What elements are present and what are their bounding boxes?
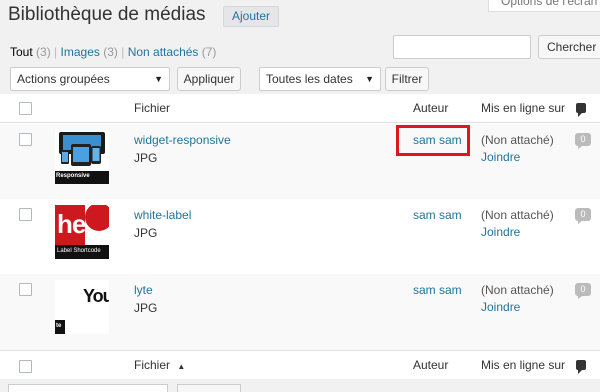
table-row: he Label Shortcode white-label JPG sam s…	[0, 199, 600, 275]
filter-separator: |	[54, 45, 58, 59]
filter-unattached-label: Non attachés	[127, 45, 199, 59]
thumbnail-widget-responsive[interactable]: Responsive	[55, 130, 109, 184]
column-file-footer-label: Fichier	[134, 358, 171, 372]
page-title: Bibliothèque de médias	[8, 4, 206, 25]
column-uploaded-to-footer[interactable]: Mis en ligne sur	[481, 358, 565, 372]
comments-column-icon[interactable]	[576, 103, 586, 117]
comments-column-icon[interactable]	[576, 360, 586, 374]
comment-count-bubble[interactable]: 0	[575, 133, 591, 149]
apply-button[interactable]: Appliquer	[177, 67, 241, 91]
thumbnail-white-label[interactable]: he Label Shortcode	[55, 205, 109, 259]
thumbnail-lyte[interactable]: You te	[55, 280, 109, 334]
thumbnail-glyph: he	[57, 209, 86, 239]
table-row: Responsive widget-responsive JPG sam sam…	[0, 124, 600, 200]
bulk-actions-select-bottom[interactable]	[8, 384, 168, 392]
screen-options-tab[interactable]: Options de l'écran	[488, 0, 600, 12]
column-author: Auteur	[413, 101, 449, 115]
column-file-footer[interactable]: Fichier ▲	[134, 358, 185, 372]
sort-ascending-icon: ▲	[177, 362, 186, 371]
filter-images-label: Images	[60, 45, 100, 59]
filter-images-count: (3)	[103, 45, 118, 59]
table-header: Fichier Auteur Mis en ligne sur	[0, 94, 600, 123]
attached-status: (Non attaché)	[481, 133, 554, 147]
filter-all-label: Tout	[10, 45, 33, 59]
date-filter-value: Toutes les dates	[266, 72, 353, 86]
media-title-link[interactable]: widget-responsive	[134, 133, 231, 147]
file-type: JPG	[134, 226, 158, 240]
media-title-link[interactable]: lyte	[134, 283, 153, 297]
date-filter-select[interactable]: Toutes les dates ▼	[259, 67, 381, 91]
table-row: You te lyte JPG sam sam (Non attaché) Jo…	[0, 274, 600, 350]
filter-all[interactable]: Tout (3)	[10, 45, 51, 59]
thumbnail-caption: Label Shortcode	[57, 248, 101, 254]
media-title-link[interactable]: white-label	[134, 208, 191, 222]
file-type: JPG	[134, 151, 158, 165]
row-checkbox[interactable]	[19, 208, 32, 221]
filter-button[interactable]: Filtrer	[385, 67, 429, 91]
comment-count-bubble[interactable]: 0	[575, 208, 591, 224]
comment-count-bubble[interactable]: 0	[575, 283, 591, 299]
author-highlight-box	[396, 125, 470, 156]
view-filters: Tout (3) | Images (3) | Non attachés (7)	[10, 45, 216, 59]
filter-images[interactable]: Images (3)	[61, 45, 118, 59]
select-all-checkbox[interactable]	[19, 102, 32, 115]
apply-button-bottom[interactable]	[177, 384, 241, 392]
dropdown-arrow-icon: ▼	[365, 74, 374, 84]
bulk-actions-select[interactable]: Actions groupées ▼	[10, 67, 170, 91]
filter-unattached-count: (7)	[201, 45, 217, 59]
column-author-footer: Auteur	[413, 358, 449, 372]
filter-unattached[interactable]: Non attachés (7)	[128, 45, 217, 59]
search-button[interactable]: Chercher parmi les médias	[538, 35, 600, 59]
file-type: JPG	[134, 301, 158, 315]
select-all-checkbox-footer[interactable]	[19, 360, 32, 373]
author-link[interactable]: sam sam	[413, 283, 462, 297]
thumbnail-glyph: You	[83, 286, 109, 306]
author-link[interactable]: sam sam	[413, 208, 462, 222]
attach-link[interactable]: Joindre	[481, 300, 520, 314]
attach-link[interactable]: Joindre	[481, 150, 520, 164]
thumbnail-caption: te	[56, 323, 62, 329]
table-footer: Fichier ▲ Auteur Mis en ligne sur	[0, 350, 600, 379]
bulk-actions-value: Actions groupées	[17, 72, 110, 86]
row-checkbox[interactable]	[19, 283, 32, 296]
attach-link[interactable]: Joindre	[481, 225, 520, 239]
search-input[interactable]	[393, 35, 531, 59]
thumbnail-caption: Responsive	[56, 173, 90, 179]
row-checkbox[interactable]	[19, 133, 32, 146]
add-new-button[interactable]: Ajouter	[223, 6, 280, 27]
filter-all-count: (3)	[36, 45, 51, 59]
column-file[interactable]: Fichier	[134, 101, 170, 115]
column-uploaded-to[interactable]: Mis en ligne sur	[481, 101, 565, 115]
filter-separator: |	[121, 45, 125, 59]
dropdown-arrow-icon: ▼	[154, 74, 163, 84]
attached-status: (Non attaché)	[481, 283, 554, 297]
attached-status: (Non attaché)	[481, 208, 554, 222]
